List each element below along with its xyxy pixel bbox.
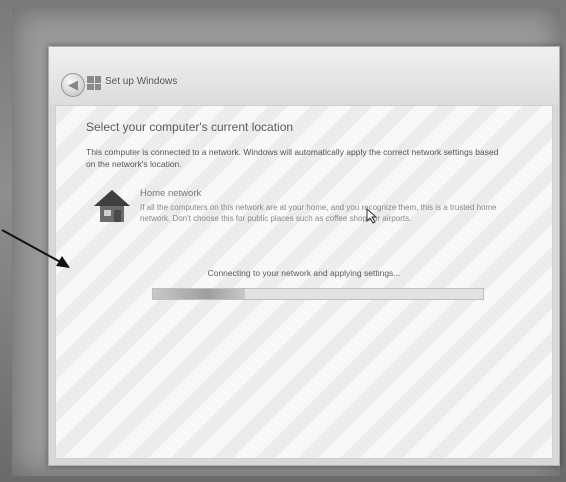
home-network-option[interactable]: Home network If all the computers on thi… bbox=[86, 186, 526, 246]
progress-fill bbox=[153, 289, 246, 299]
house-icon bbox=[94, 190, 130, 222]
monitor-screen: ◀ Set up Windows Select your computer's … bbox=[12, 8, 560, 476]
content-area: Select your computer's current location … bbox=[55, 105, 553, 459]
windows-logo-icon bbox=[87, 76, 101, 90]
setup-window: ◀ Set up Windows Select your computer's … bbox=[48, 46, 560, 466]
arrow-icon bbox=[1, 229, 70, 268]
mouse-cursor-icon bbox=[366, 208, 378, 224]
title-bar: ◀ Set up Windows bbox=[49, 47, 559, 105]
back-button[interactable]: ◀ bbox=[61, 73, 85, 97]
page-heading: Select your computer's current location bbox=[86, 120, 294, 134]
progress-bar bbox=[152, 288, 484, 300]
option-description: If all the computers on this network are… bbox=[140, 203, 497, 223]
option-title: Home network bbox=[140, 188, 202, 199]
status-text: Connecting to your network and applying … bbox=[207, 268, 401, 278]
page-description: This computer is connected to a network.… bbox=[86, 147, 499, 169]
window-title: Set up Windows bbox=[105, 76, 178, 87]
